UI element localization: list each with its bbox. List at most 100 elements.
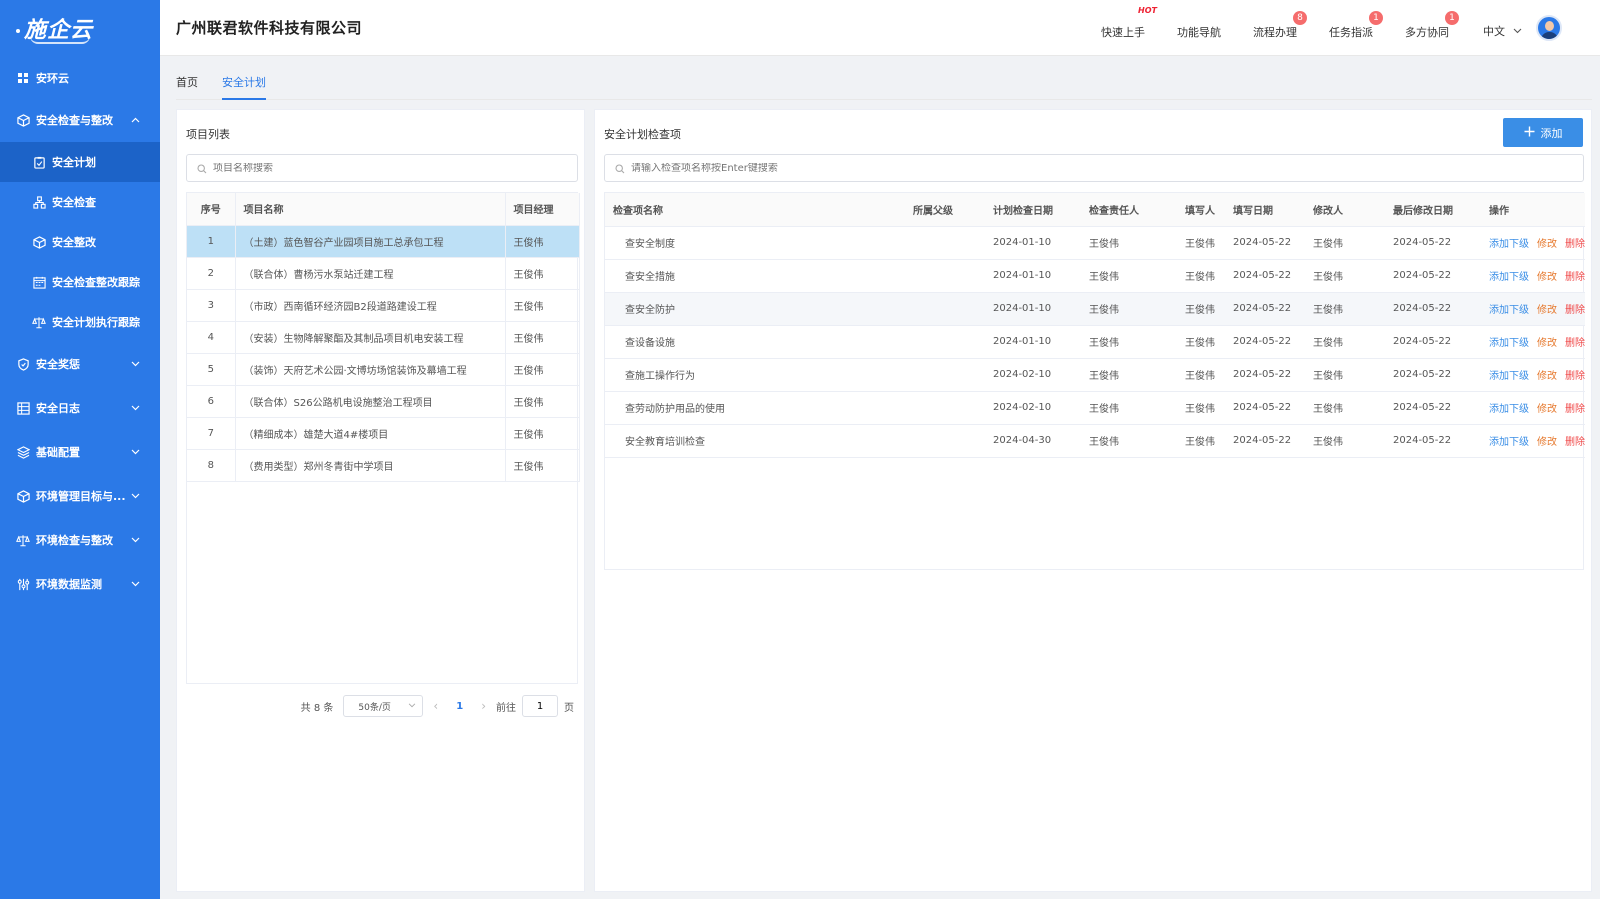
sidebar-item-anhuanyun[interactable]: 安环云 bbox=[0, 58, 160, 98]
sidebar-item-safety-check[interactable]: 安全检查 bbox=[0, 182, 160, 222]
table-row[interactable]: 7 （精细成本）雄楚大道4#楼项目 王俊伟 bbox=[187, 417, 580, 450]
row-index: 8 bbox=[187, 449, 236, 482]
sidebar-group-env-inspection[interactable]: 环境检查与整改 bbox=[0, 518, 160, 562]
tab-safety-plan[interactable]: 安全计划 bbox=[222, 64, 266, 100]
table-row[interactable]: 查劳动防护用品的使用 2024-02-10 王俊伟 王俊伟 2024-05-22 王俊伟 2… bbox=[605, 391, 1585, 425]
delete-link[interactable]: 删除 bbox=[1565, 371, 1585, 382]
edit-link[interactable]: 修改 bbox=[1537, 404, 1557, 415]
table-row[interactable]: 2 （联合体）曹杨污水泵站迁建工程 王俊伟 bbox=[187, 257, 580, 290]
add-child-link[interactable]: 添加下级 bbox=[1489, 272, 1529, 283]
fill-date: 2024-05-22 bbox=[1225, 226, 1305, 260]
table-row[interactable]: 安全教育培训检查 2024-04-30 王俊伟 王俊伟 2024-05-22 王俊伟 202… bbox=[605, 424, 1585, 458]
top-header: 广州联君软件科技有限公司 快速上手 HOT 功能导航 流程办理 8 任务指派 1… bbox=[160, 0, 1600, 56]
nav-quick-start[interactable]: 快速上手 HOT bbox=[1101, 6, 1157, 40]
delete-link[interactable]: 删除 bbox=[1565, 239, 1585, 250]
check-items-panel: 安全计划检查项 添加 检查项名称 所属父级 计划检查日期 检查责任人 填写人 bbox=[594, 109, 1592, 892]
parent bbox=[905, 292, 985, 326]
column-header: 检查责任人 bbox=[1081, 193, 1177, 227]
goto-page: 前往 页 bbox=[496, 695, 574, 717]
logo[interactable]: 施企云 bbox=[0, 0, 160, 56]
panel-title: 项目列表 bbox=[186, 128, 230, 141]
row-index: 6 bbox=[187, 385, 236, 418]
edit-link[interactable]: 修改 bbox=[1537, 371, 1557, 382]
delete-link[interactable]: 删除 bbox=[1565, 305, 1585, 316]
table-row[interactable]: 查施工操作行为 2024-02-10 王俊伟 王俊伟 2024-05-22 王俊伟 2024… bbox=[605, 358, 1585, 392]
project-search-input[interactable] bbox=[213, 162, 577, 174]
sidebar-item-safety-plan[interactable]: 安全计划 bbox=[0, 142, 160, 182]
sidebar-item-check-rectify-tracking[interactable]: 安全检查整改跟踪 bbox=[0, 262, 160, 302]
edit-link[interactable]: 修改 bbox=[1537, 338, 1557, 349]
table-row[interactable]: 查安全防护 2024-01-10 王俊伟 王俊伟 2024-05-22 王俊伟 2024-0… bbox=[605, 292, 1585, 326]
goto-page-input[interactable] bbox=[522, 695, 558, 717]
page-tabs: 首页 安全计划 bbox=[176, 64, 1592, 100]
sidebar-group-env-monitoring[interactable]: 环境数据监测 bbox=[0, 562, 160, 606]
add-child-link[interactable]: 添加下级 bbox=[1489, 371, 1529, 382]
sidebar-item-plan-execution-tracking[interactable]: 安全计划执行跟踪 bbox=[0, 302, 160, 342]
nav-label: 流程办理 bbox=[1253, 25, 1297, 39]
delete-link[interactable]: 删除 bbox=[1565, 404, 1585, 415]
sidebar-item-safety-rectify[interactable]: 安全整改 bbox=[0, 222, 160, 262]
prev-page-icon[interactable]: ‹ bbox=[433, 699, 438, 713]
sidebar-item-label: 安全检查 bbox=[52, 196, 96, 209]
column-header: 修改人 bbox=[1305, 193, 1385, 227]
language-select[interactable]: 中文 bbox=[1483, 17, 1522, 39]
table-row[interactable]: 8 （费用类型）郑州冬青街中学项目 王俊伟 bbox=[187, 449, 580, 482]
search-icon bbox=[615, 163, 625, 174]
delete-link[interactable]: 删除 bbox=[1565, 338, 1585, 349]
next-page-icon[interactable]: › bbox=[481, 699, 486, 713]
add-child-link[interactable]: 添加下级 bbox=[1489, 404, 1529, 415]
page-size-select[interactable]: 50条/页 bbox=[343, 695, 424, 717]
chevron-down-icon bbox=[1513, 24, 1522, 37]
delete-link[interactable]: 删除 bbox=[1565, 437, 1585, 448]
modifier: 王俊伟 bbox=[1305, 259, 1385, 293]
sidebar-group-safety-log[interactable]: 安全日志 bbox=[0, 386, 160, 430]
grid-icon bbox=[16, 71, 30, 85]
table-row[interactable]: 查设备设施 2024-01-10 王俊伟 王俊伟 2024-05-22 王俊伟 2024-0… bbox=[605, 325, 1585, 359]
sidebar-item-label: 安全检查整改跟踪 bbox=[52, 276, 140, 289]
table-row[interactable]: 查安全措施 2024-01-10 王俊伟 王俊伟 2024-05-22 王俊伟 2024-0… bbox=[605, 259, 1585, 293]
table-row[interactable]: 5 （装饰）天府艺术公园·文博坊场馆装饰及幕墙工程 王俊伟 bbox=[187, 353, 580, 386]
add-child-link[interactable]: 添加下级 bbox=[1489, 437, 1529, 448]
table-row[interactable]: 4 （安装）生物降解聚酯及其制品项目机电安装工程 王俊伟 bbox=[187, 321, 580, 354]
fill-date: 2024-05-22 bbox=[1225, 292, 1305, 326]
count-badge: 8 bbox=[1293, 10, 1307, 25]
project-manager: 王俊伟 bbox=[505, 225, 580, 258]
delete-link[interactable]: 删除 bbox=[1565, 272, 1585, 283]
nav-function-guide[interactable]: 功能导航 bbox=[1177, 16, 1221, 40]
modifier: 王俊伟 bbox=[1305, 424, 1385, 458]
edit-link[interactable]: 修改 bbox=[1537, 239, 1557, 250]
table-row[interactable]: 1 （土建）蓝色智谷产业园项目施工总承包工程 王俊伟 bbox=[187, 225, 580, 258]
row-index: 4 bbox=[187, 321, 236, 354]
add-child-link[interactable]: 添加下级 bbox=[1489, 305, 1529, 316]
nav-label: 多方协同 bbox=[1405, 25, 1449, 39]
column-header: 序号 bbox=[187, 193, 236, 226]
table-row[interactable]: 6 （联合体）S26公路机电设施整治工程项目 王俊伟 bbox=[187, 385, 580, 418]
tab-home[interactable]: 首页 bbox=[176, 64, 198, 100]
sidebar-group-basic-config[interactable]: 基础配置 bbox=[0, 430, 160, 474]
add-child-link[interactable]: 添加下级 bbox=[1489, 239, 1529, 250]
edit-link[interactable]: 修改 bbox=[1537, 437, 1557, 448]
sidebar-group-env-target[interactable]: 环境管理目标与... bbox=[0, 474, 160, 518]
chevron-up-icon bbox=[130, 115, 140, 125]
project-name: （土建）蓝色智谷产业园项目施工总承包工程 bbox=[235, 225, 506, 258]
check-item-search[interactable] bbox=[604, 154, 1584, 182]
edit-link[interactable]: 修改 bbox=[1537, 272, 1557, 283]
row-actions: 添加下级 修改 删除 bbox=[1481, 391, 1585, 425]
page-number[interactable]: 1 bbox=[448, 701, 471, 712]
nav-collaboration[interactable]: 多方协同 1 bbox=[1405, 10, 1459, 40]
language-label: 中文 bbox=[1483, 24, 1505, 38]
nav-task-assign[interactable]: 任务指派 1 bbox=[1329, 10, 1383, 40]
check-item-search-input[interactable] bbox=[631, 162, 1583, 174]
table-row[interactable]: 查安全制度 2024-01-10 王俊伟 王俊伟 2024-05-22 王俊伟 2024-0… bbox=[605, 226, 1585, 260]
add-button[interactable]: 添加 bbox=[1503, 118, 1583, 147]
modifier: 王俊伟 bbox=[1305, 358, 1385, 392]
project-search[interactable] bbox=[186, 154, 578, 182]
parent bbox=[905, 424, 985, 458]
add-child-link[interactable]: 添加下级 bbox=[1489, 338, 1529, 349]
nav-process[interactable]: 流程办理 8 bbox=[1253, 10, 1307, 40]
table-row[interactable]: 3 （市政）西南循环经济园B2段道路建设工程 王俊伟 bbox=[187, 289, 580, 322]
avatar[interactable] bbox=[1536, 14, 1562, 41]
sidebar-group-safety-reward[interactable]: 安全奖惩 bbox=[0, 342, 160, 386]
sidebar-group-safety-inspection[interactable]: 安全检查与整改 bbox=[0, 98, 160, 142]
edit-link[interactable]: 修改 bbox=[1537, 305, 1557, 316]
